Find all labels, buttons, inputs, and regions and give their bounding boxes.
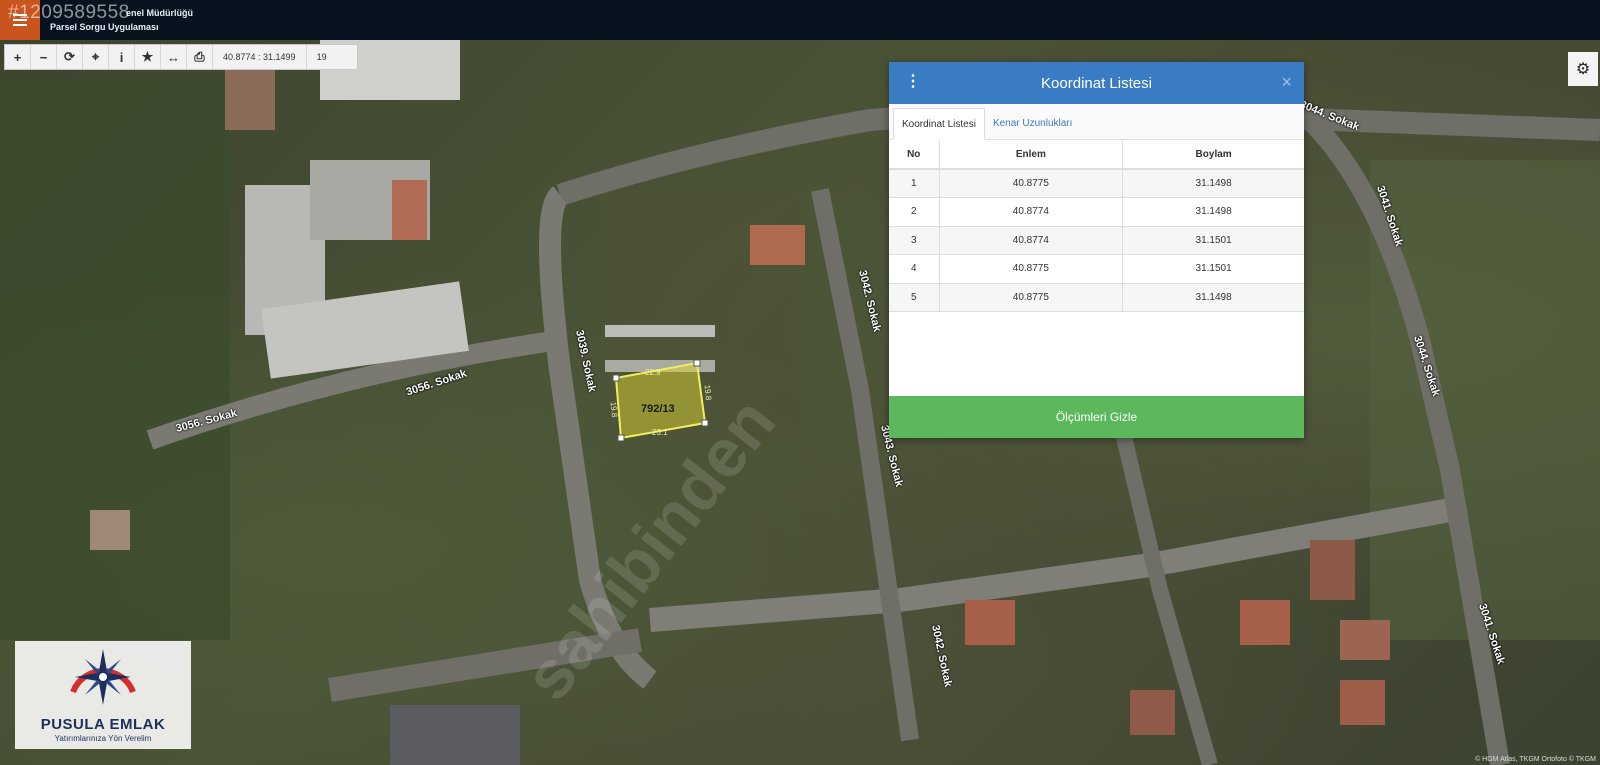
latitude-cell: 40.8775 bbox=[939, 254, 1124, 284]
zoom-out-button[interactable]: − bbox=[31, 45, 57, 69]
column-header-latitude: Enlem bbox=[939, 140, 1124, 170]
map-attribution: © HGM Atlas, TKGM Ortofoto © TKGM bbox=[1475, 756, 1596, 763]
tab-coordinate-list[interactable]: Koordinat Listesi bbox=[893, 108, 985, 140]
printer-icon: ⎙ bbox=[194, 49, 205, 64]
panel-title: Koordinat Listesi bbox=[1041, 74, 1152, 92]
kebab-menu-icon[interactable]: ⋮ bbox=[905, 74, 921, 90]
app-header: enel Müdürlüğü Parsel Sorgu Uygulaması #… bbox=[0, 0, 1600, 40]
compass-logo-icon bbox=[70, 649, 136, 705]
parcel-edge-length-east: 19.8 bbox=[702, 384, 713, 401]
map-toolbar: + − ⟳ ⌖ i ★ ↔ ⎙ 40.8774 : 31.1499 19 bbox=[4, 44, 358, 70]
row-number: 2 bbox=[889, 197, 940, 227]
ruler-arrows-icon: ↔ bbox=[167, 49, 180, 65]
cursor-coordinates: 40.8774 : 31.1499 bbox=[213, 45, 307, 69]
panel-header: ⋮ Koordinat Listesi × bbox=[889, 62, 1304, 104]
coordinate-list-panel: ⋮ Koordinat Listesi × Koordinat Listesi … bbox=[889, 62, 1304, 438]
map-canvas[interactable]: sahibinden 792/13 22.9 19.8 23.1 19.8 30… bbox=[0, 40, 1600, 765]
column-header-no: No bbox=[889, 140, 940, 170]
latitude-cell: 40.8775 bbox=[939, 283, 1124, 312]
table-header-row: No Enlem Boylam bbox=[889, 140, 1304, 170]
table-row: 4 40.8775 31.1501 bbox=[889, 254, 1304, 284]
longitude-cell: 31.1498 bbox=[1122, 283, 1304, 312]
menu-icon-bar bbox=[13, 24, 27, 26]
crosshair-icon: ⌖ bbox=[91, 49, 100, 64]
latitude-cell: 40.8774 bbox=[939, 197, 1124, 227]
gear-icon: ⚙ bbox=[1575, 61, 1591, 78]
table-row: 5 40.8775 31.1498 bbox=[889, 283, 1304, 312]
zoom-in-button[interactable]: + bbox=[5, 45, 31, 69]
locate-button[interactable]: ⌖ bbox=[83, 45, 109, 69]
table-row: 1 40.8775 31.1498 bbox=[889, 169, 1304, 198]
row-number: 5 bbox=[889, 283, 940, 312]
tab-edge-lengths[interactable]: Kenar Uzunlukları bbox=[985, 107, 1080, 139]
plus-icon: + bbox=[13, 49, 22, 65]
zoom-level: 19 bbox=[316, 52, 327, 62]
table-row: 3 40.8774 31.1501 bbox=[889, 226, 1304, 255]
logo-tagline: Yatırımlarınıza Yön Verelim bbox=[54, 734, 152, 743]
column-header-longitude: Boylam bbox=[1122, 140, 1304, 170]
row-number: 4 bbox=[889, 254, 940, 284]
parcel-edge-length-west: 19.8 bbox=[608, 401, 619, 418]
logo-name: PUSULA EMLAK bbox=[40, 716, 166, 733]
settings-button[interactable]: ⚙ bbox=[1568, 52, 1598, 86]
longitude-cell: 31.1498 bbox=[1122, 169, 1304, 198]
info-button[interactable]: i bbox=[109, 45, 135, 69]
longitude-cell: 31.1498 bbox=[1122, 197, 1304, 227]
parcel-number-label: 792/13 bbox=[641, 403, 675, 415]
print-button[interactable]: ⎙ bbox=[187, 45, 213, 69]
table-row: 2 40.8774 31.1498 bbox=[889, 197, 1304, 227]
parcel-edge-length-north: 22.9 bbox=[645, 368, 661, 377]
satellite-imagery bbox=[0, 40, 1600, 765]
row-number: 1 bbox=[889, 169, 940, 198]
star-icon: ★ bbox=[141, 49, 154, 64]
listing-id-watermark: #1209589558 bbox=[8, 2, 130, 23]
favorite-button[interactable]: ★ bbox=[135, 45, 161, 69]
panel-tabs: Koordinat Listesi Kenar Uzunlukları bbox=[889, 104, 1304, 140]
longitude-cell: 31.1501 bbox=[1122, 254, 1304, 284]
close-icon[interactable]: × bbox=[1281, 72, 1292, 93]
hide-measurements-button[interactable]: Ölçümleri Gizle bbox=[889, 396, 1304, 438]
measure-button[interactable]: ↔ bbox=[161, 45, 187, 69]
row-number: 3 bbox=[889, 226, 940, 255]
info-icon: i bbox=[119, 49, 124, 65]
latitude-cell: 40.8775 bbox=[939, 169, 1124, 198]
longitude-cell: 31.1501 bbox=[1122, 226, 1304, 255]
minus-icon: − bbox=[39, 49, 48, 65]
agency-logo: PUSULA EMLAK Yatırımlarınıza Yön Verelim bbox=[15, 641, 191, 749]
refresh-icon: ⟳ bbox=[64, 49, 75, 64]
latitude-cell: 40.8774 bbox=[939, 226, 1124, 255]
parcel-edge-length-south: 23.1 bbox=[652, 428, 668, 437]
coordinate-table: No Enlem Boylam 1 40.8775 31.1498 2 40.8… bbox=[889, 140, 1304, 312]
refresh-button[interactable]: ⟳ bbox=[57, 45, 83, 69]
